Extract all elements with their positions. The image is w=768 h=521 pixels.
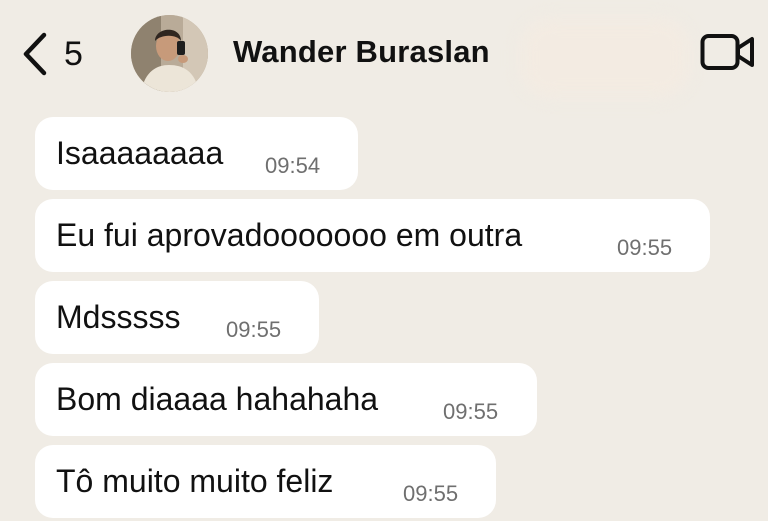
message-text: Eu fui aprovadooooooo em outra (56, 217, 523, 253)
message-list[interactable]: Isaaaaaaaa 09:54 Eu fui aprovadooooooo e… (0, 0, 768, 521)
message-bubble[interactable]: Isaaaaaaaa 09:54 (35, 117, 358, 190)
message-bubble[interactable]: Bom diaaaa hahahaha 09:55 (35, 363, 537, 436)
message-text: Bom diaaaa hahahaha (56, 381, 379, 417)
message-bubble[interactable]: Mdsssss 09:55 (35, 281, 319, 354)
message-text: Tô muito muito feliz (56, 463, 334, 499)
message-timestamp: 09:55 (403, 481, 459, 506)
message-timestamp: 09:55 (443, 399, 499, 424)
message-bubble[interactable]: Tô muito muito feliz 09:55 (35, 445, 496, 518)
message-timestamp: 09:55 (226, 317, 282, 342)
message-timestamp: 09:54 (265, 153, 321, 178)
message-timestamp: 09:55 (617, 235, 673, 260)
message-bubble[interactable]: Eu fui aprovadooooooo em outra 09:55 (35, 199, 710, 272)
message-text: Isaaaaaaaa (56, 135, 224, 171)
message-text: Mdsssss (56, 299, 181, 335)
